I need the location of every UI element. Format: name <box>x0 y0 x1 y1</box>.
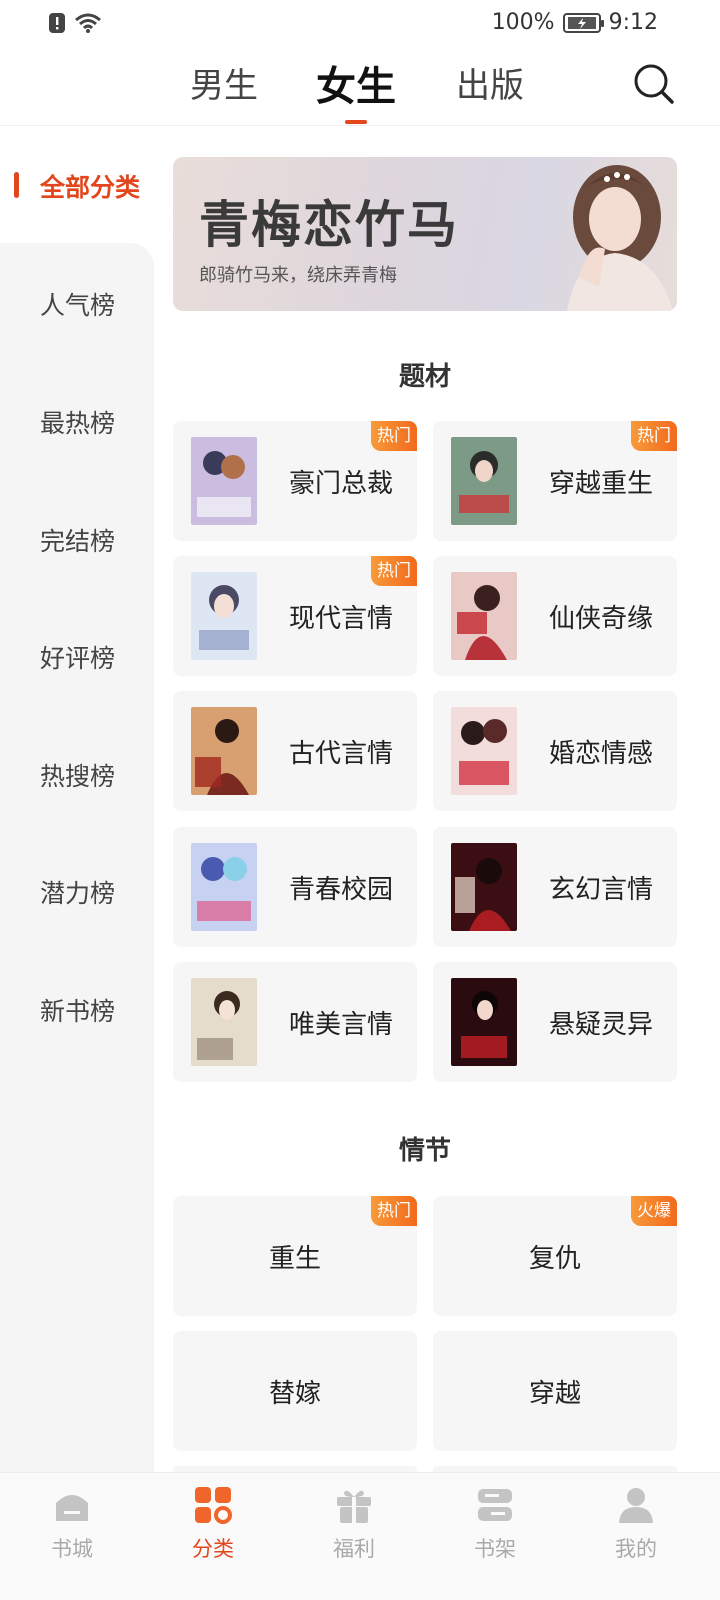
nav-category[interactable]: 分类 <box>141 1473 285 1600</box>
section-title-topics: 题材 <box>398 362 451 392</box>
wifi-icon <box>75 13 101 33</box>
topic-card[interactable]: 玄幻言情 <box>433 827 677 947</box>
topic-card[interactable]: 现代言情 热门 <box>173 556 417 676</box>
tab-publish[interactable]: 出版 <box>456 58 524 107</box>
nav-label: 分类 <box>192 1537 234 1561</box>
hot-badge: 热门 <box>631 421 677 451</box>
nav-bookstore[interactable]: 书城 <box>0 1473 144 1600</box>
featured-banner[interactable]: 青梅恋竹马 郎骑竹马来，绕床弄青梅 <box>173 157 677 311</box>
banner-illustration <box>567 165 673 311</box>
topic-label: 婚恋情感 <box>549 739 654 769</box>
nav-label: 书架 <box>474 1537 516 1561</box>
book-cover <box>451 437 517 525</box>
sidebar-curve <box>0 243 154 267</box>
tab-female[interactable]: 女生 <box>316 54 396 112</box>
sidebar-item-rated[interactable]: 好评榜 <box>0 639 154 675</box>
topic-card[interactable]: 古代言情 <box>173 691 417 811</box>
plot-label: 重生 <box>268 1244 321 1274</box>
plot-card[interactable]: 替嫁 <box>173 1331 417 1451</box>
book-cover <box>451 707 517 795</box>
sidebar-item-hottest[interactable]: 最热榜 <box>0 404 154 440</box>
book-cover <box>191 978 257 1066</box>
sidebar-item-all[interactable]: 全部分类 <box>0 168 154 204</box>
status-right: 100% 9:12 <box>492 10 658 35</box>
search-icon[interactable] <box>632 62 676 106</box>
plot-label: 复仇 <box>528 1244 581 1274</box>
sidebar-item-completed[interactable]: 完结榜 <box>0 522 154 558</box>
sidebar-item-potential[interactable]: 潜力榜 <box>0 874 154 910</box>
topic-label: 青春校园 <box>289 875 394 905</box>
plot-card[interactable]: 重生 热门 <box>173 1196 417 1316</box>
battery-icon <box>562 12 604 33</box>
topic-label: 现代言情 <box>289 604 394 634</box>
book-cover <box>191 572 257 660</box>
status-bar: 100% 9:12 <box>0 0 720 48</box>
tab-male[interactable]: 男生 <box>190 58 258 107</box>
top-tabs: 男生 女生 出版 <box>0 52 720 126</box>
clock: 9:12 <box>608 10 658 35</box>
topic-card[interactable]: 仙侠奇缘 <box>433 556 677 676</box>
plot-card[interactable]: 复仇 火爆 <box>433 1196 677 1316</box>
hot-badge: 热门 <box>371 421 417 451</box>
topic-card[interactable]: 青春校园 <box>173 827 417 947</box>
topic-card[interactable]: 悬疑灵异 <box>433 962 677 1082</box>
banner-title: 青梅恋竹马 <box>199 196 459 254</box>
topic-label: 悬疑灵异 <box>549 1010 654 1040</box>
gift-icon <box>337 1490 371 1523</box>
nav-welfare[interactable]: 福利 <box>282 1473 426 1600</box>
sidebar-item-popular[interactable]: 人气榜 <box>0 286 154 322</box>
topic-label: 玄幻言情 <box>549 875 654 905</box>
sidebar: 全部分类 人气榜 最热榜 完结榜 好评榜 热搜榜 潜力榜 新书榜 <box>0 128 154 1472</box>
nav-label: 福利 <box>333 1537 375 1561</box>
nav-bookshelf[interactable]: 书架 <box>423 1473 567 1600</box>
sidebar-active-indicator <box>14 172 19 198</box>
plot-card[interactable]: 穿越 <box>433 1331 677 1451</box>
book-cover <box>191 707 257 795</box>
book-cover <box>451 843 517 931</box>
topic-label: 穿越重生 <box>549 469 654 499</box>
section-title-plots: 情节 <box>398 1136 451 1166</box>
sidebar-item-trending-search[interactable]: 热搜榜 <box>0 757 154 793</box>
book-cover <box>451 572 517 660</box>
status-icons <box>48 12 102 34</box>
nav-label: 我的 <box>615 1537 657 1561</box>
hot-badge: 热门 <box>371 1196 417 1226</box>
topic-card[interactable]: 唯美言情 <box>173 962 417 1082</box>
topic-label: 唯美言情 <box>289 1010 394 1040</box>
topic-card[interactable]: 婚恋情感 <box>433 691 677 811</box>
topic-label: 豪门总裁 <box>289 469 394 499</box>
banner-subtitle: 郎骑竹马来，绕床弄青梅 <box>199 265 397 286</box>
topic-label: 古代言情 <box>289 739 394 769</box>
book-cover <box>191 843 257 931</box>
category-icon <box>195 1487 232 1524</box>
fire-badge: 火爆 <box>631 1196 677 1226</box>
notification-icon <box>49 13 65 33</box>
book-cover <box>191 437 257 525</box>
bottom-nav: 书城 分类 福利 书架 我的 <box>0 1472 720 1600</box>
hot-badge: 热门 <box>371 556 417 586</box>
topic-label: 仙侠奇缘 <box>549 604 654 634</box>
bookshelf-icon <box>478 1489 512 1521</box>
profile-icon <box>619 1488 653 1523</box>
topic-card[interactable]: 豪门总裁 热门 <box>173 421 417 541</box>
home-icon <box>56 1495 88 1521</box>
book-cover <box>451 978 517 1066</box>
nav-label: 书城 <box>51 1537 93 1561</box>
battery-percent: 100% <box>491 10 555 35</box>
nav-profile[interactable]: 我的 <box>564 1473 708 1600</box>
plot-label: 替嫁 <box>268 1379 321 1409</box>
topic-card[interactable]: 穿越重生 热门 <box>433 421 677 541</box>
sidebar-item-new[interactable]: 新书榜 <box>0 992 154 1028</box>
plot-label: 穿越 <box>528 1379 581 1409</box>
